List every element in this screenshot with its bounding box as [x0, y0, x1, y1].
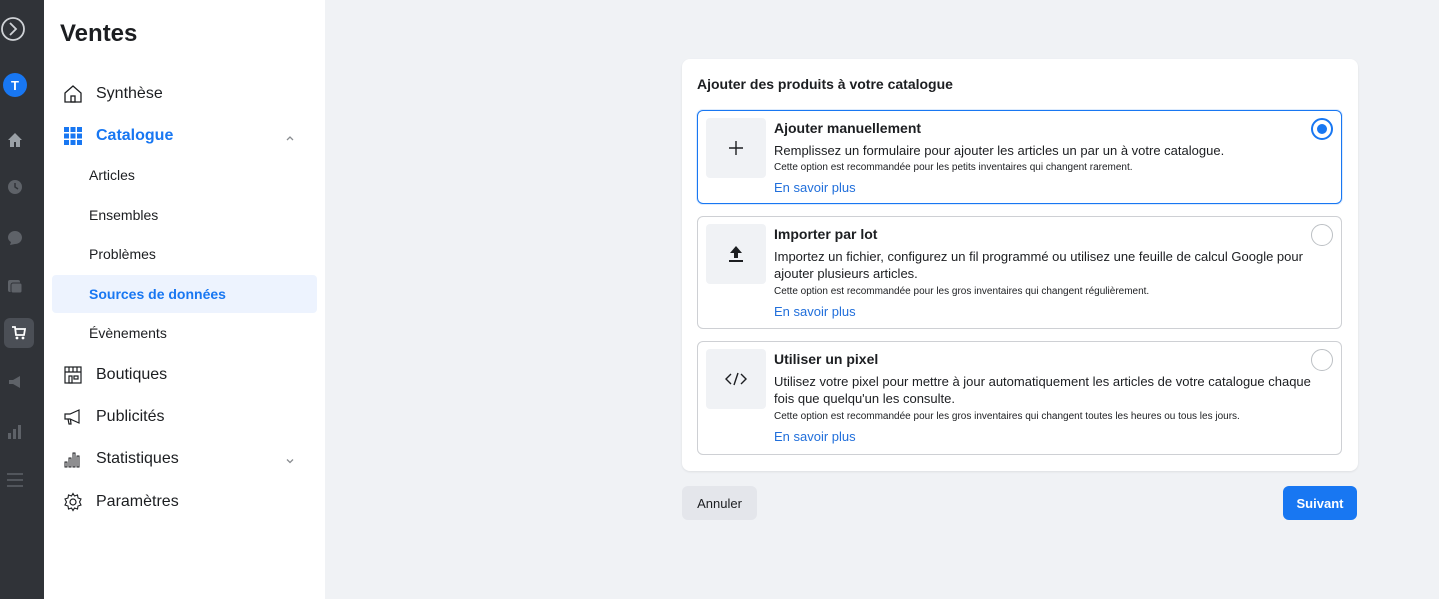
sidebar-subitem-sources-de-donnees[interactable]: Sources de données: [52, 275, 317, 313]
sidebar-item-label: Publicités: [96, 408, 165, 425]
upload-icon: [706, 224, 766, 284]
option-description: Utilisez votre pixel pour mettre à jour …: [774, 374, 1311, 406]
avatar-initial: T: [3, 73, 27, 97]
storefront-icon: [62, 364, 84, 386]
learn-more-link[interactable]: En savoir plus: [774, 304, 856, 319]
option-note: Cette option est recommandée pour les gr…: [774, 411, 1240, 422]
home-icon[interactable]: [0, 128, 30, 152]
sidebar: Ventes Synthèse Catalogue Articles Ensem…: [44, 0, 325, 599]
option-description: Remplissez un formulaire pour ajouter le…: [774, 143, 1225, 158]
sidebar-item-catalogue[interactable]: Catalogue: [52, 116, 317, 156]
sidebar-item-boutiques[interactable]: Boutiques: [52, 355, 317, 395]
sidebar-subitem-label: Problèmes: [89, 246, 156, 262]
option-title: Importer par lot: [774, 226, 878, 242]
sidebar-item-synthese[interactable]: Synthèse: [52, 74, 317, 114]
sidebar-title: Ventes: [60, 20, 138, 47]
chat-icon[interactable]: [0, 226, 30, 250]
radio-button[interactable]: [1311, 224, 1333, 246]
option-add-manually[interactable]: Ajouter manuellement Remplissez un formu…: [697, 110, 1342, 204]
bar-chart-outline-icon: [62, 448, 84, 470]
sidebar-item-label: Statistiques: [96, 450, 179, 467]
learn-more-link[interactable]: En savoir plus: [774, 180, 856, 195]
bar-chart-icon[interactable]: [0, 420, 30, 444]
avatar[interactable]: T: [0, 72, 30, 98]
clock-icon[interactable]: [0, 175, 30, 199]
add-products-card: Ajouter des produits à votre catalogue A…: [682, 59, 1358, 471]
chevron-down-icon[interactable]: [285, 453, 295, 471]
option-use-pixel[interactable]: Utiliser un pixel Utilisez votre pixel p…: [697, 341, 1342, 455]
chevron-up-icon[interactable]: [285, 130, 295, 148]
home-outline-icon: [62, 83, 84, 105]
sidebar-item-label: Boutiques: [96, 366, 168, 383]
gear-icon: [62, 491, 84, 513]
option-description: Importez un fichier, configurez un fil p…: [774, 249, 1303, 281]
option-note: Cette option est recommandée pour les gr…: [774, 286, 1150, 297]
option-note: Cette option est recommandée pour les pe…: [774, 162, 1133, 173]
option-bulk-import[interactable]: Importer par lot Importez un fichier, co…: [697, 216, 1342, 329]
compass-icon[interactable]: [0, 14, 30, 44]
sidebar-item-label: Paramètres: [96, 493, 179, 510]
sidebar-subitem-problemes[interactable]: Problèmes: [52, 235, 317, 273]
sidebar-item-label: Synthèse: [96, 85, 163, 102]
sidebar-subitem-label: Évènements: [89, 325, 167, 341]
option-title: Utiliser un pixel: [774, 351, 879, 367]
card-title: Ajouter des produits à votre catalogue: [697, 76, 953, 92]
sidebar-item-statistiques[interactable]: Statistiques: [52, 439, 317, 479]
menu-icon[interactable]: [0, 468, 30, 492]
sidebar-subitem-label: Sources de données: [89, 286, 226, 302]
next-button[interactable]: Suivant: [1283, 486, 1357, 520]
sidebar-subitem-evenements[interactable]: Évènements: [52, 314, 317, 352]
radio-button[interactable]: [1311, 118, 1333, 140]
megaphone-outline-icon: [62, 406, 84, 428]
sidebar-subitem-label: Articles: [89, 167, 135, 183]
sidebar-item-label: Catalogue: [96, 127, 174, 144]
learn-more-link[interactable]: En savoir plus: [774, 429, 856, 444]
global-nav-rail: T: [0, 0, 44, 599]
radio-button[interactable]: [1311, 349, 1333, 371]
cancel-button[interactable]: Annuler: [682, 486, 757, 520]
grid-icon: [62, 125, 84, 147]
pages-icon[interactable]: [0, 274, 30, 298]
code-icon: [706, 349, 766, 409]
megaphone-icon[interactable]: [0, 370, 30, 394]
sidebar-subitem-label: Ensembles: [89, 207, 159, 223]
shop-cart-icon[interactable]: [4, 318, 34, 348]
plus-icon: [706, 118, 766, 178]
sidebar-subitem-articles[interactable]: Articles: [52, 156, 317, 194]
option-title: Ajouter manuellement: [774, 120, 922, 136]
sidebar-subitem-ensembles[interactable]: Ensembles: [52, 196, 317, 234]
sidebar-item-publicites[interactable]: Publicités: [52, 397, 317, 437]
sidebar-item-parametres[interactable]: Paramètres: [52, 482, 317, 522]
